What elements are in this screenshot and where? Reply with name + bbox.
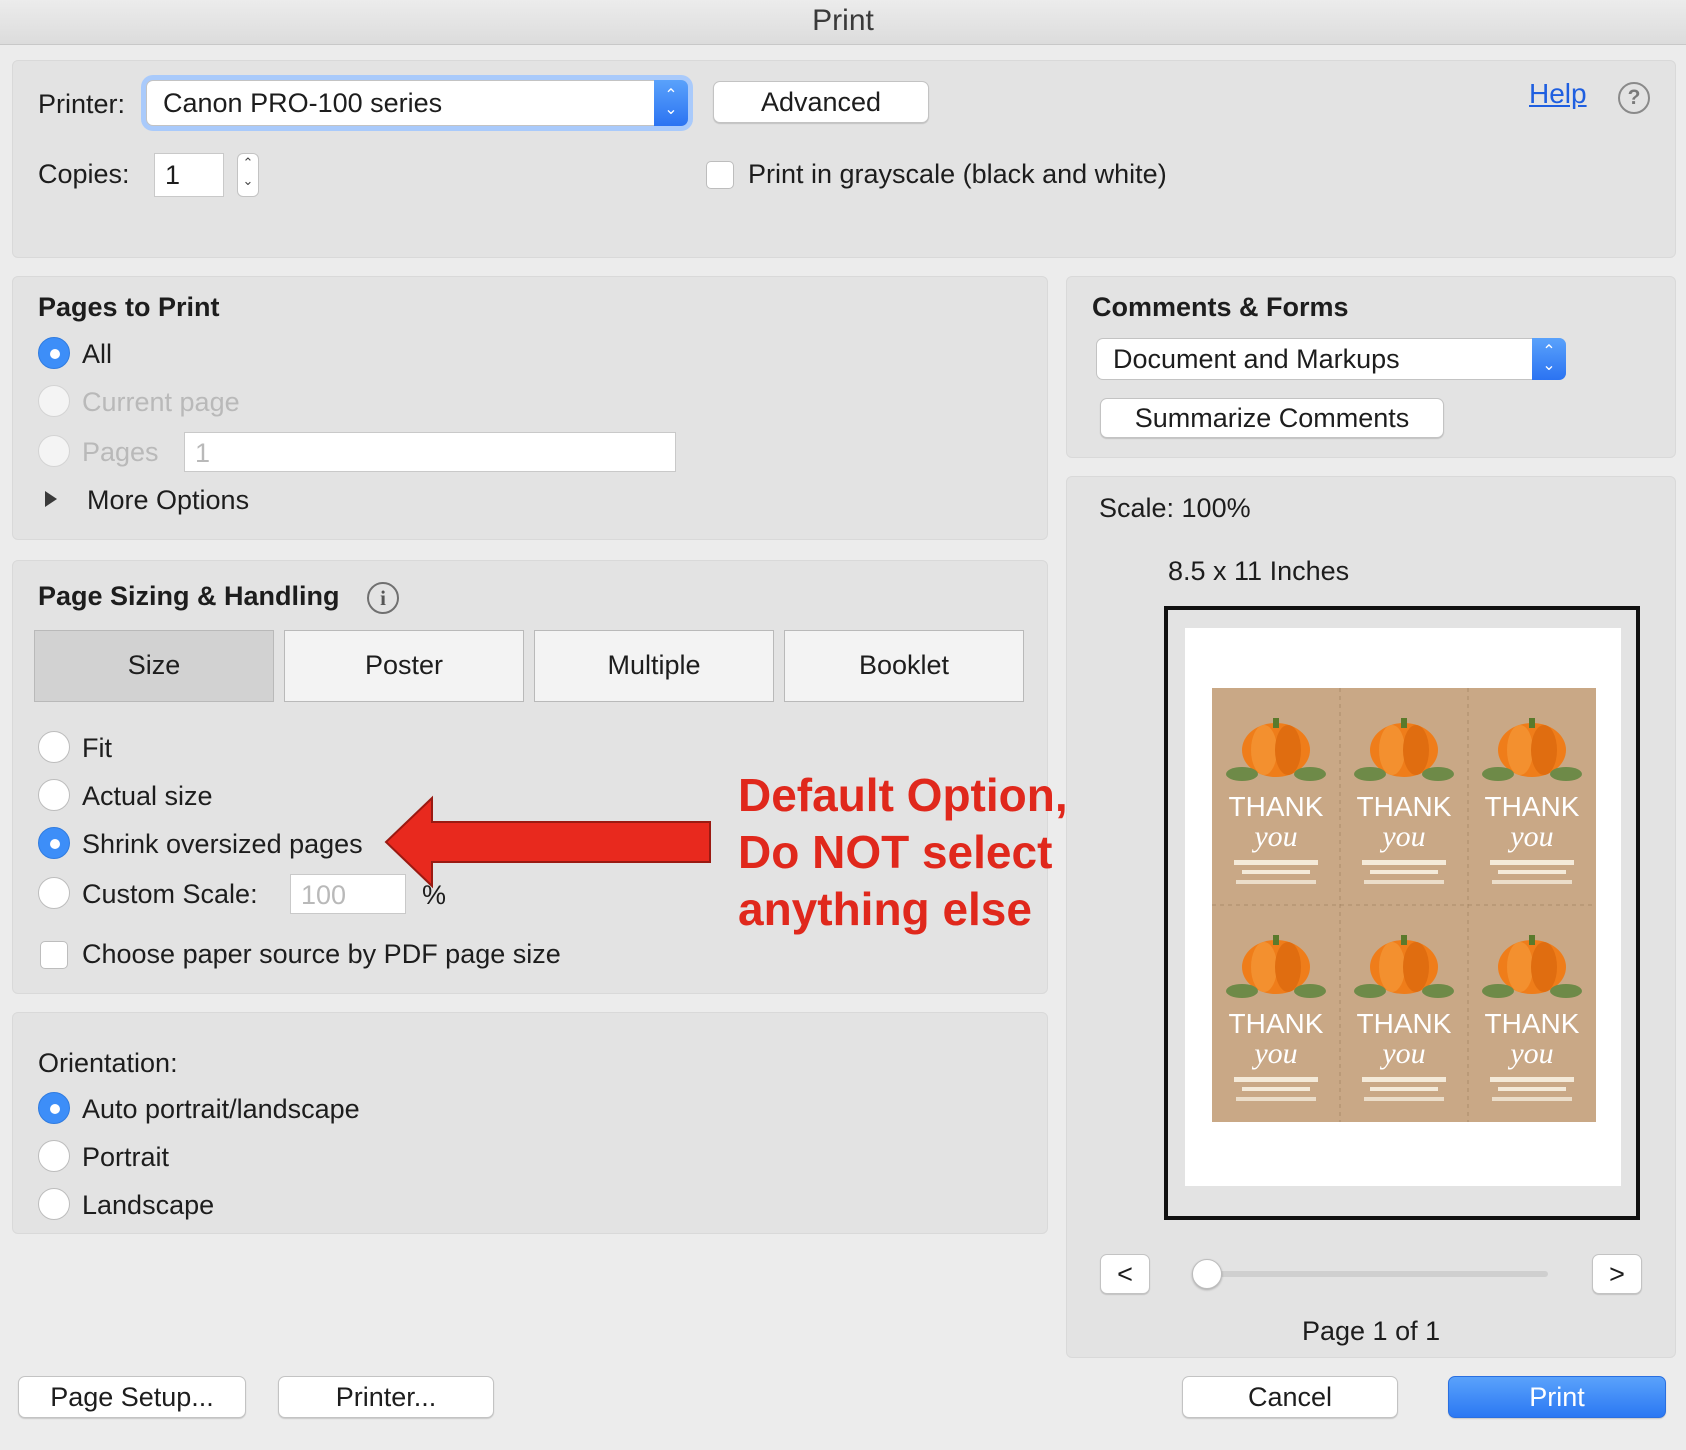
- grayscale-label: Print in grayscale (black and white): [748, 159, 1167, 189]
- help-question-icon[interactable]: ?: [1618, 82, 1650, 114]
- orientation-title: Orientation:: [38, 1048, 178, 1078]
- annotation-arrow-icon: [384, 795, 711, 889]
- printer-button[interactable]: Printer...: [278, 1376, 494, 1418]
- comments-select-value: Document and Markups: [1113, 344, 1400, 374]
- radio-all-label: All: [82, 339, 113, 369]
- page-slider-track: [1192, 1271, 1548, 1277]
- radio-landscape-label: Landscape: [82, 1190, 215, 1220]
- more-options-label[interactable]: More Options: [87, 485, 249, 516]
- radio-actual-size-label: Actual size: [82, 781, 213, 811]
- preview-paper: THANK you: [1185, 628, 1621, 1186]
- page-sizing-title: Page Sizing & Handling: [38, 581, 340, 611]
- copies-label: Copies:: [38, 159, 130, 189]
- radio-auto-orientation[interactable]: [38, 1092, 70, 1124]
- page-preview: THANK you: [1164, 606, 1640, 1220]
- copies-stepper[interactable]: ⌃ ⌄: [237, 153, 259, 197]
- radio-pages-label: Pages: [82, 437, 159, 467]
- radio-custom-scale[interactable]: [38, 877, 70, 909]
- printer-label: Printer:: [38, 89, 126, 119]
- prev-page-button[interactable]: <: [1100, 1254, 1150, 1294]
- page-slider-knob[interactable]: [1192, 1259, 1222, 1289]
- copies-input[interactable]: 1: [154, 153, 224, 197]
- radio-current-page-label: Current page: [82, 387, 240, 417]
- radio-auto-orientation-label: Auto portrait/landscape: [82, 1094, 360, 1124]
- annotation-line-3: anything else: [738, 883, 1032, 935]
- tab-size[interactable]: Size: [34, 630, 274, 702]
- paper-source-checkbox[interactable]: [40, 941, 68, 969]
- window-title: Print: [0, 0, 1686, 45]
- page-slider[interactable]: [1192, 1258, 1548, 1290]
- printer-select-value: Canon PRO-100 series: [163, 88, 443, 118]
- thank-you-tags-image: THANK you: [1212, 688, 1596, 1122]
- scale-label: Scale: 100%: [1099, 493, 1251, 523]
- info-icon[interactable]: i: [367, 582, 399, 614]
- preview-artwork: THANK you: [1212, 688, 1596, 1122]
- annotation-line-1: Default Option,: [738, 769, 1068, 821]
- paper-size-label: 8.5 x 11 Inches: [1168, 556, 1350, 586]
- tab-multiple[interactable]: Multiple: [534, 630, 774, 702]
- printer-select[interactable]: Canon PRO-100 series ⌃ ⌄: [146, 80, 688, 126]
- pages-range-input[interactable]: 1: [184, 432, 676, 472]
- summarize-comments-button[interactable]: Summarize Comments: [1100, 398, 1444, 438]
- cancel-button[interactable]: Cancel: [1182, 1376, 1398, 1418]
- radio-all[interactable]: [38, 337, 70, 369]
- radio-landscape[interactable]: [38, 1188, 70, 1220]
- radio-fit-label: Fit: [82, 733, 112, 763]
- radio-portrait[interactable]: [38, 1140, 70, 1172]
- comments-select[interactable]: Document and Markups ⌃ ⌄: [1096, 338, 1566, 380]
- radio-pages[interactable]: [38, 435, 70, 467]
- paper-source-label: Choose paper source by PDF page size: [82, 939, 561, 969]
- radio-shrink-oversized[interactable]: [38, 827, 70, 859]
- page-indicator: Page 1 of 1: [1302, 1316, 1441, 1346]
- pages-title: Pages to Print: [38, 292, 220, 322]
- grayscale-checkbox[interactable]: [706, 161, 734, 189]
- page-setup-button[interactable]: Page Setup...: [18, 1376, 246, 1418]
- annotation-line-2: Do NOT select: [738, 826, 1053, 878]
- radio-actual-size[interactable]: [38, 779, 70, 811]
- radio-fit[interactable]: [38, 731, 70, 763]
- help-link[interactable]: Help: [1529, 78, 1587, 110]
- radio-portrait-label: Portrait: [82, 1142, 170, 1172]
- print-button[interactable]: Print: [1448, 1376, 1666, 1418]
- radio-current-page[interactable]: [38, 385, 70, 417]
- popup-chevron-icon: ⌃ ⌄: [1532, 338, 1566, 380]
- next-page-button[interactable]: >: [1592, 1254, 1642, 1294]
- popup-chevron-icon: ⌃ ⌄: [654, 80, 688, 126]
- advanced-button[interactable]: Advanced: [713, 81, 929, 123]
- comments-title: Comments & Forms: [1092, 292, 1349, 322]
- radio-custom-scale-label: Custom Scale:: [82, 879, 258, 909]
- disclosure-triangle-icon[interactable]: [45, 491, 57, 507]
- tab-booklet[interactable]: Booklet: [784, 630, 1024, 702]
- tab-poster[interactable]: Poster: [284, 630, 524, 702]
- radio-shrink-oversized-label: Shrink oversized pages: [82, 829, 363, 859]
